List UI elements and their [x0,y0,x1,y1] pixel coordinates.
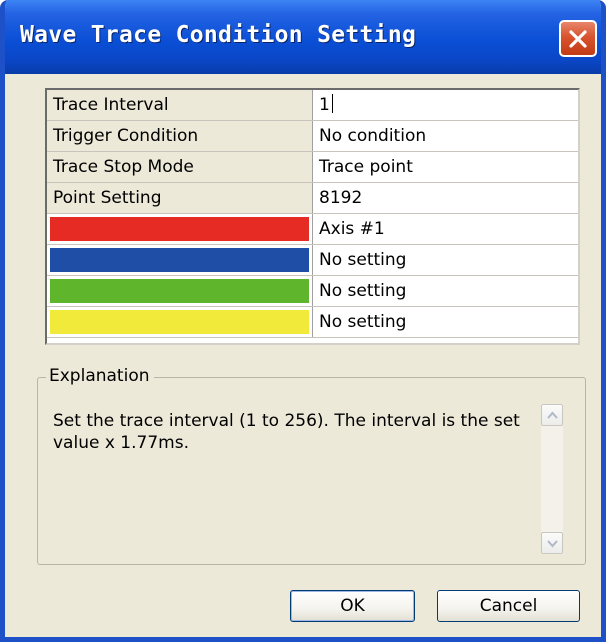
ok-button[interactable]: OK [290,590,415,622]
channel-2-color-cell[interactable] [47,245,313,275]
text-caret [331,94,333,113]
grid-row-trace-interval[interactable]: Trace Interval 1 [47,90,578,121]
point-setting-label: Point Setting [47,183,313,213]
grid-row-trace-stop-mode[interactable]: Trace Stop Mode Trace point [47,152,578,183]
explanation-groupbox [37,377,586,565]
scroll-down-button[interactable] [541,532,563,554]
close-icon [569,30,587,48]
yellow-color-swatch [50,310,309,334]
channel-4-color-cell[interactable] [47,307,313,337]
red-color-swatch [50,217,309,241]
explanation-scrollbar[interactable] [541,404,563,554]
scroll-up-button[interactable] [541,404,563,426]
trigger-condition-value[interactable]: No condition [314,121,583,151]
title-bar[interactable]: Wave Trace Condition Setting [5,0,601,74]
grid-row-point-setting[interactable]: Point Setting 8192 [47,183,578,214]
chevron-down-icon [547,540,558,548]
settings-grid: Trace Interval 1 Trigger Condition No co… [45,88,580,345]
channel-4-value[interactable]: No setting [314,307,583,337]
trace-interval-value: 1 [319,95,330,115]
window-title: Wave Trace Condition Setting [20,22,417,48]
trace-interval-input[interactable]: 1 [314,90,583,120]
explanation-text: Set the trace interval (1 to 256). The i… [53,411,520,453]
close-button[interactable] [559,20,597,57]
grid-row-channel-2[interactable]: No setting [47,245,578,276]
trace-stop-mode-label: Trace Stop Mode [47,152,313,182]
grid-row-channel-1[interactable]: Axis #1 [47,214,578,245]
channel-3-value[interactable]: No setting [314,276,583,306]
channel-2-value[interactable]: No setting [314,245,583,275]
channel-3-color-cell[interactable] [47,276,313,306]
green-color-swatch [50,279,309,303]
point-setting-value[interactable]: 8192 [314,183,583,213]
channel-1-color-cell[interactable] [47,214,313,244]
grid-row-trigger-condition[interactable]: Trigger Condition No condition [47,121,578,152]
channel-1-value[interactable]: Axis #1 [314,214,583,244]
cancel-button[interactable]: Cancel [437,590,580,622]
trace-stop-mode-value[interactable]: Trace point [314,152,583,182]
grid-row-channel-3[interactable]: No setting [47,276,578,307]
explanation-legend: Explanation [46,366,154,386]
trigger-condition-label: Trigger Condition [47,121,313,151]
trace-interval-label: Trace Interval [47,90,313,120]
chevron-up-icon [547,411,558,419]
blue-color-swatch [50,248,309,272]
grid-row-channel-4[interactable]: No setting [47,307,578,338]
